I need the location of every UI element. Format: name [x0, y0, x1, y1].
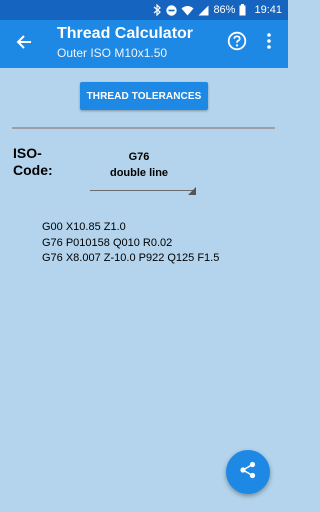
gcode-line: G00 X10.85 Z1.0: [42, 221, 126, 233]
battery-percent: 86%: [213, 4, 236, 16]
app-bar: Thread Calculator Outer ISO M10x1.50: [0, 20, 288, 68]
iso-code-selected-value: G76: [128, 151, 150, 163]
dropdown-underline: [90, 190, 196, 191]
iso-code-selected-description: double line: [109, 167, 169, 179]
dropdown-arrow-icon: [188, 182, 196, 195]
iso-code-label-line2: Code:: [13, 162, 53, 178]
do-not-disturb-icon: [166, 4, 178, 16]
more-vert-icon: [267, 32, 271, 54]
gcode-line: G76 X8.007 Z-10.0 P922 Q125 F1.5: [42, 252, 220, 264]
battery-icon: [239, 4, 246, 16]
help-button[interactable]: [224, 30, 250, 56]
status-clock: 19:41: [254, 4, 282, 16]
page-title: Thread Calculator: [57, 25, 194, 42]
help-icon: [227, 31, 247, 56]
gcode-line: G76 P010158 Q010 R0.02: [42, 236, 173, 249]
signal-icon: [198, 5, 209, 16]
overflow-menu-button[interactable]: [258, 30, 280, 56]
gcode-output: G00 X10.85 Z1.0 G76 P010158 Q010 R0.02 G…: [42, 220, 219, 267]
iso-code-label: ISO- Code:: [13, 145, 57, 179]
back-arrow-icon: [16, 34, 32, 55]
iso-code-label-line1: ISO-: [13, 145, 42, 161]
share-icon: [239, 461, 257, 484]
wifi-icon: [181, 5, 194, 16]
bluetooth-icon: [153, 4, 162, 16]
share-button[interactable]: [226, 450, 270, 494]
back-button[interactable]: [8, 28, 40, 60]
page-subtitle: Outer ISO M10x1.50: [57, 46, 168, 60]
thread-tolerances-button[interactable]: THREAD TOLERANCES: [80, 82, 208, 110]
divider: [12, 127, 275, 129]
iso-code-dropdown[interactable]: G76 double line: [90, 150, 198, 195]
status-bar: 86% 19:41: [0, 0, 288, 20]
